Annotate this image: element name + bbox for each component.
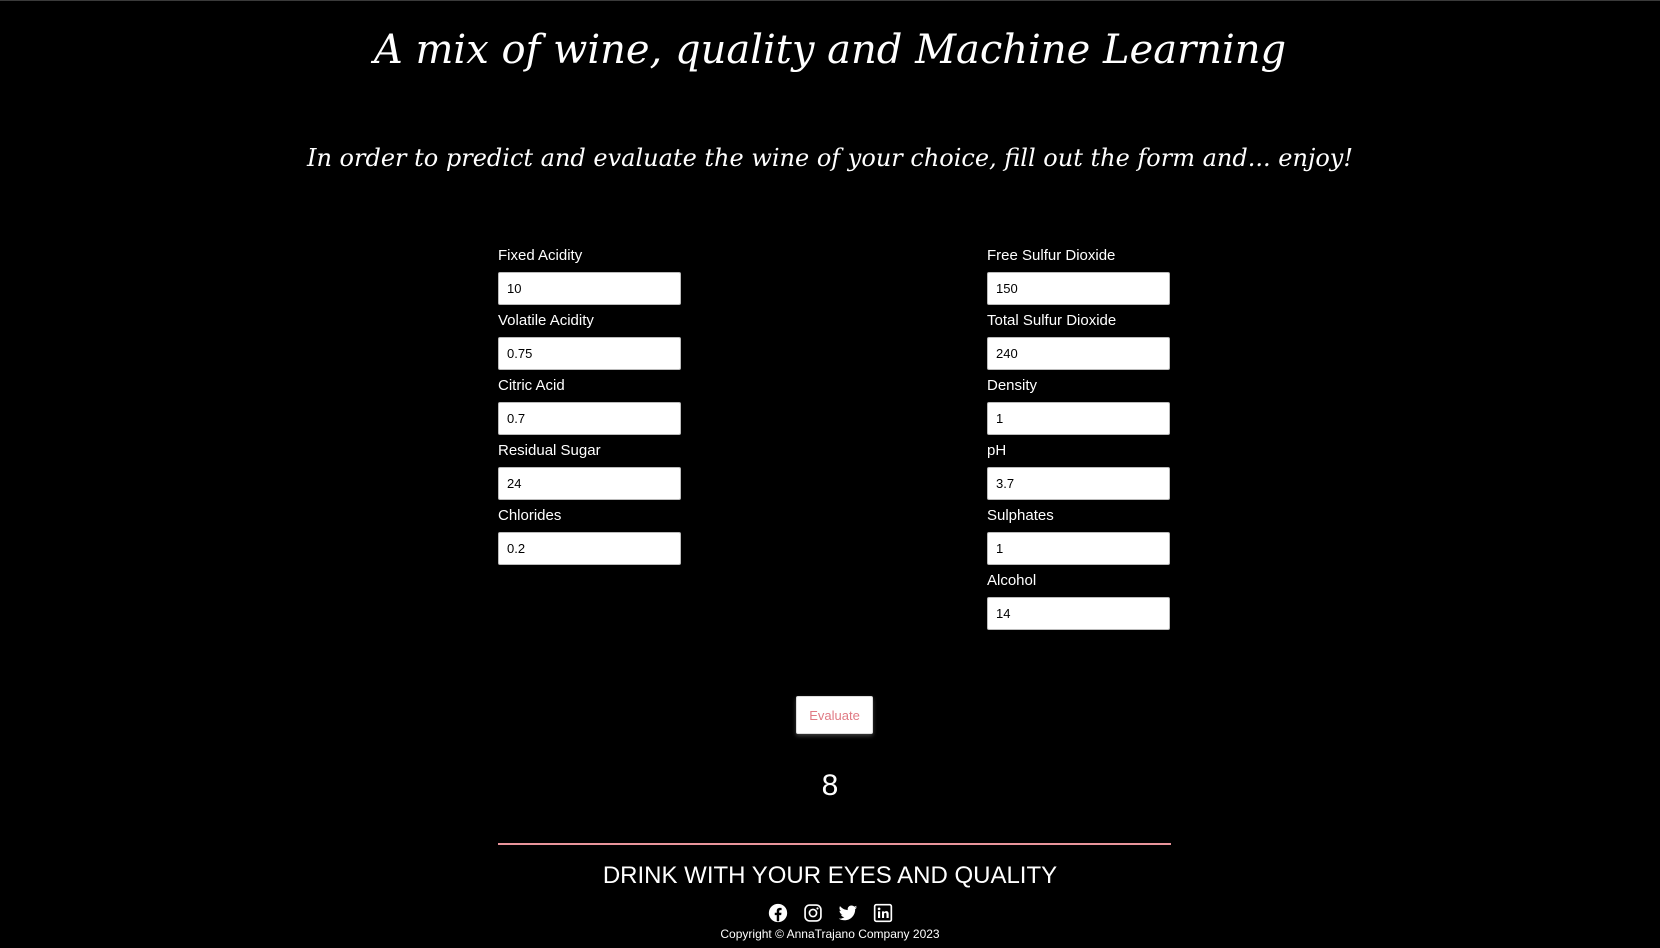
field-free-sulfur-dioxide: Free Sulfur Dioxide <box>987 244 1172 309</box>
field-sulphates: Sulphates <box>987 504 1172 569</box>
total-sulfur-dioxide-input[interactable] <box>987 337 1170 370</box>
field-total-sulfur-dioxide: Total Sulfur Dioxide <box>987 309 1172 374</box>
fixed-acidity-label: Fixed Acidity <box>498 247 583 264</box>
chlorides-label: Chlorides <box>498 507 562 524</box>
field-ph: pH <box>987 439 1172 504</box>
citric-acid-input[interactable] <box>498 402 681 435</box>
citric-acid-label: Citric Acid <box>498 377 565 394</box>
sulphates-input[interactable] <box>987 532 1170 565</box>
field-alcohol: Alcohol <box>987 569 1172 634</box>
field-residual-sugar: Residual Sugar <box>498 439 683 504</box>
alcohol-label: Alcohol <box>987 572 1037 589</box>
residual-sugar-label: Residual Sugar <box>498 442 601 459</box>
ph-label: pH <box>987 442 1007 459</box>
form-column-right: Free Sulfur Dioxide Total Sulfur Dioxide… <box>987 244 1172 634</box>
footer-divider <box>498 843 1171 845</box>
footer-heading: DRINK WITH YOUR EYES AND QUALITY <box>602 862 1058 889</box>
density-label: Density <box>987 377 1038 394</box>
volatile-acidity-input[interactable] <box>498 337 681 370</box>
page-subtitle: In order to predict and evaluate the win… <box>306 144 1353 172</box>
field-fixed-acidity: Fixed Acidity <box>498 244 683 309</box>
social-links <box>0 901 1660 925</box>
chlorides-input[interactable] <box>498 532 681 565</box>
instagram-icon[interactable] <box>803 903 823 923</box>
volatile-acidity-label: Volatile Acidity <box>498 312 594 329</box>
copyright-text: Copyright © AnnaTrajano Company 2023 <box>720 927 940 941</box>
linkedin-icon[interactable] <box>873 903 893 923</box>
field-chlorides: Chlorides <box>498 504 683 569</box>
free-sulfur-dioxide-input[interactable] <box>987 272 1170 305</box>
residual-sugar-input[interactable] <box>498 467 681 500</box>
evaluate-button[interactable]: Evaluate <box>796 696 873 734</box>
twitter-icon[interactable] <box>838 903 858 923</box>
field-density: Density <box>987 374 1172 439</box>
top-border <box>0 0 1660 1</box>
free-sulfur-dioxide-label: Free Sulfur Dioxide <box>987 247 1116 264</box>
form-column-left: Fixed Acidity Volatile Acidity Citric Ac… <box>498 244 683 569</box>
field-volatile-acidity: Volatile Acidity <box>498 309 683 374</box>
density-input[interactable] <box>987 402 1170 435</box>
field-citric-acid: Citric Acid <box>498 374 683 439</box>
facebook-icon[interactable] <box>768 903 788 923</box>
ph-input[interactable] <box>987 467 1170 500</box>
sulphates-label: Sulphates <box>987 507 1054 524</box>
alcohol-input[interactable] <box>987 597 1170 630</box>
prediction-result: 8 <box>821 769 839 802</box>
fixed-acidity-input[interactable] <box>498 272 681 305</box>
total-sulfur-dioxide-label: Total Sulfur Dioxide <box>987 312 1117 329</box>
page-title: A mix of wine, quality and Machine Learn… <box>373 27 1287 73</box>
